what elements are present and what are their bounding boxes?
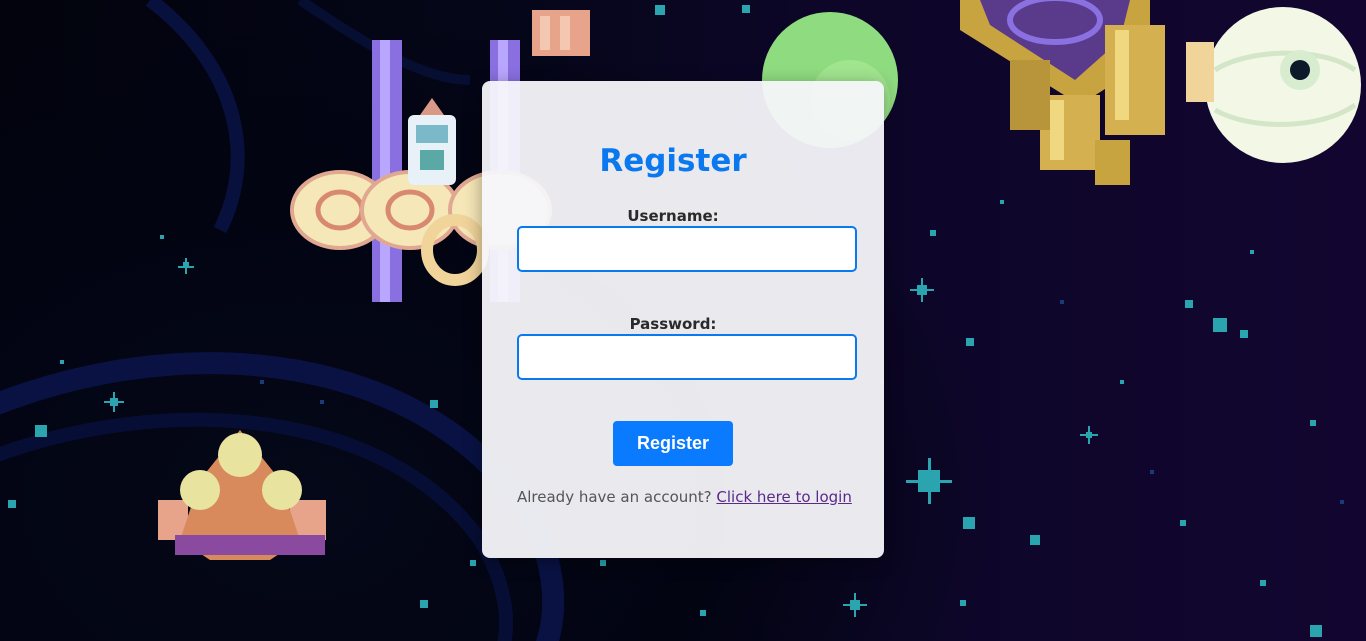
password-input[interactable] [517,334,857,380]
login-prompt: Already have an account? Click here to l… [517,488,852,506]
login-prompt-text: Already have an account? [517,488,717,506]
register-button[interactable]: Register [613,421,733,466]
username-input[interactable] [517,226,857,272]
username-label: Username: [627,207,719,225]
login-link[interactable]: Click here to login [716,488,851,506]
register-card: Register Username: Password: Register Al… [482,81,884,558]
page-background: Register Username: Password: Register Al… [0,0,1366,641]
page-title: Register [599,143,747,179]
password-label: Password: [629,315,717,333]
